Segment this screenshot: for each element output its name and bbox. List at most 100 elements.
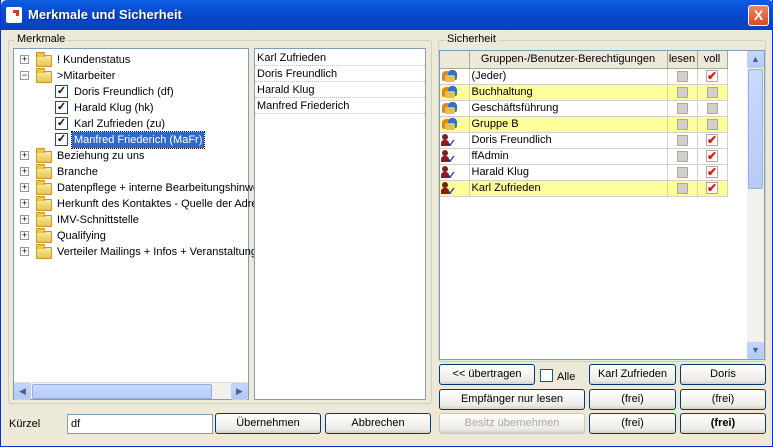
voll-checkbox[interactable] [706,102,718,114]
user-check-icon: ✓ [441,165,458,179]
empfaenger-nur-lesen-button[interactable]: Empfänger nur lesen [439,389,585,410]
tree-item-label: IMV-Schnittstelle [57,214,139,226]
tree-item[interactable]: + Branche [14,164,248,180]
scroll-right-icon[interactable]: ▶ [231,383,248,400]
close-button[interactable]: X [748,5,769,26]
app-icon [6,7,22,23]
frei-button-3[interactable]: (frei) [589,413,676,434]
tree-item[interactable]: − >Mitarbeiter [14,68,248,84]
header-groups[interactable]: Gruppen-/Benutzer-Berechtigungen [469,51,668,69]
voll-checkbox[interactable] [706,86,718,98]
tree-item[interactable]: ✓ Harald Klug (hk) [14,100,248,116]
uebertragen-button[interactable]: << übertragen [439,364,535,385]
karl-zufrieden-button[interactable]: Karl Zufrieden [589,364,676,385]
tree-checkbox[interactable]: ✓ [55,117,68,130]
voll-checkbox[interactable] [706,118,718,130]
selected-list-item[interactable]: Doris Freundlich [255,66,425,82]
tree-item[interactable]: + IMV-Schnittstelle [14,212,248,228]
tree-item-label: Qualifying [57,230,106,242]
permission-row[interactable]: ✓ Doris Freundlich ✔ [440,132,728,149]
merkmale-legend: Merkmale [15,33,68,45]
permission-name: Doris Freundlich [469,132,668,149]
lesen-checkbox[interactable] [676,134,688,146]
alle-checkbox[interactable] [540,369,553,382]
permission-name: Karl Zufrieden [469,180,668,197]
window-title: Merkmale und Sicherheit [28,7,182,22]
frei-button-1[interactable]: (frei) [589,389,676,410]
lesen-checkbox[interactable] [676,166,688,178]
abbrechen-button[interactable]: Abbrechen [325,413,431,434]
selected-list-item[interactable]: Manfred Friederich [255,98,425,114]
permission-row[interactable]: ✓ ffAdmin ✔ [440,148,728,165]
tree-checkbox[interactable]: ✓ [55,101,68,114]
frei-button-2[interactable]: (frei) [680,389,766,410]
permissions-grid[interactable]: Gruppen-/Benutzer-Berechtigungen lesen v… [439,50,765,360]
expand-toggle-icon[interactable]: + [20,151,29,160]
tree-item-label: Manfred Friederich (MaFr) [70,131,206,149]
scroll-down-icon[interactable]: ▼ [747,342,764,359]
voll-checkbox[interactable]: ✔ [706,70,718,83]
tree-item[interactable]: + Datenpflege + interne Bearbeitungshinwe [14,180,259,196]
voll-checkbox[interactable]: ✔ [706,166,718,179]
header-voll[interactable]: voll [697,51,728,69]
expand-toggle-icon[interactable]: + [20,55,29,64]
voll-checkbox[interactable]: ✔ [706,150,718,163]
expand-toggle-icon[interactable]: + [20,199,29,208]
lesen-cell [667,180,698,197]
lesen-checkbox[interactable] [676,182,688,194]
besitz-uebernehmen-button[interactable]: Besitz übernehmen [439,413,585,434]
lesen-checkbox[interactable] [676,86,688,98]
group-icon [442,86,458,99]
expand-toggle-icon[interactable]: + [20,247,29,256]
tree-item[interactable]: + ! Kundenstatus [14,52,248,68]
tree-item[interactable]: + Qualifying [14,228,248,244]
tree-item[interactable]: + Beziehung zu uns [14,148,248,164]
permissions-vertical-scrollbar[interactable]: ▲ ▼ [747,51,764,359]
lesen-checkbox[interactable] [676,150,688,162]
voll-checkbox[interactable]: ✔ [706,134,718,147]
expand-toggle-icon[interactable]: − [20,71,29,80]
frei-button-4[interactable]: (frei) [680,413,766,434]
vscroll-thumb[interactable] [748,69,763,189]
voll-cell [697,116,728,133]
tree-item[interactable]: ✓ Karl Zufrieden (zu) [14,116,248,132]
kuerzel-input[interactable] [67,414,213,434]
expand-toggle-icon[interactable]: + [20,215,29,224]
permission-row[interactable]: Buchhaltung [440,84,728,101]
expand-toggle-icon[interactable]: + [20,231,29,240]
scroll-thumb[interactable] [32,384,212,399]
merkmale-tree[interactable]: + ! Kundenstatus − >Mitarbeiter ✓ Doris Freun… [13,48,259,400]
expand-toggle-icon[interactable]: + [20,183,29,192]
selected-list-item[interactable]: Harald Klug [255,82,425,98]
uebernehmen-button[interactable]: Übernehmen [215,413,321,434]
selected-list-item[interactable]: Karl Zufrieden [255,50,425,66]
permission-row[interactable]: Geschäftsführung [440,100,728,117]
tree-checkbox[interactable]: ✓ [55,133,68,146]
tree-item[interactable]: + Herkunft des Kontaktes - Quelle der Adr… [14,196,258,212]
scroll-up-icon[interactable]: ▲ [747,51,764,68]
permission-row[interactable]: ✓ Karl Zufrieden ✔ [440,180,728,197]
lesen-checkbox[interactable] [676,118,688,130]
scroll-left-icon[interactable]: ◀ [14,383,31,400]
folder-icon [36,228,52,243]
expand-toggle-icon[interactable]: + [20,167,29,176]
lesen-checkbox[interactable] [676,70,688,82]
sicherheit-legend: Sicherheit [445,33,498,45]
header-lesen[interactable]: lesen [667,51,698,69]
selected-list[interactable]: Karl Zufrieden Doris Freundlich Harald Klu… [254,48,426,400]
group-icon [442,102,458,115]
tree-item[interactable]: + Verteiler Mailings + Infos + Veranstalt… [14,244,257,260]
doris-button[interactable]: Doris [680,364,766,385]
lesen-cell [667,68,698,85]
tree-horizontal-scrollbar[interactable]: ◀ ▶ [14,382,248,400]
tree-checkbox[interactable]: ✓ [55,85,68,98]
tree-item-label: Doris Freundlich (df) [74,86,174,98]
permission-row[interactable]: (Jeder) ✔ [440,68,728,85]
tree-item[interactable]: ✓ Doris Freundlich (df) [14,84,248,100]
permission-row[interactable]: Gruppe B [440,116,728,133]
permission-row[interactable]: ✓ Harald Klug ✔ [440,164,728,181]
voll-checkbox[interactable]: ✔ [706,182,718,195]
lesen-checkbox[interactable] [676,102,688,114]
title-bar[interactable]: Merkmale und Sicherheit X [1,0,773,30]
tree-item[interactable]: ✓ Manfred Friederich (MaFr) [14,131,248,149]
